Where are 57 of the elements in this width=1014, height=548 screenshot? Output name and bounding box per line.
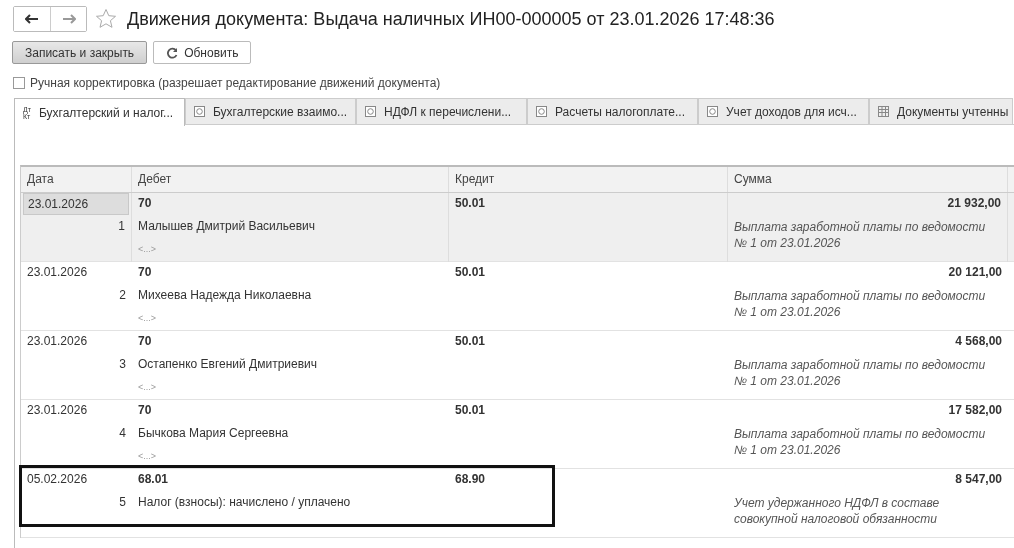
row-number: 3 (118, 356, 127, 373)
table-cell-text: Михеева Надежда Николаевна (137, 287, 313, 304)
row-number: 5 (118, 494, 127, 511)
tab[interactable]: Бухгалтерские взаимо... (185, 98, 356, 124)
table-cell-text: Малышев Дмитрий Васильевич (137, 218, 317, 235)
row-number: 1 (117, 218, 126, 235)
table-cell-text: 50.01 (454, 195, 487, 212)
table-cell-text: 4 568,00 (954, 333, 1003, 350)
table-row[interactable]: 23.01.2026 3 70 Остапенко Евгений Дмитриевич <...> 50.01 4 568,00 Выплата заработной платы по ведомости № 1 от 23.01.2026 (21, 331, 1014, 400)
tab[interactable]: НДФЛ к перечислени... (356, 98, 527, 124)
table-cell: 23.01.2026 (23, 193, 129, 215)
table-cell-text: 50.01 (454, 333, 487, 350)
table-cell-text: 05.02.2026 (26, 471, 89, 488)
table-cell-text: Выплата заработной платы по ведомости № 1 от 23.01.2026 (733, 288, 987, 320)
table-cell-text: <...> (137, 450, 157, 463)
table-cell-text: Учет удержанного НДФЛ в составе совокупной налоговой обязанности (733, 495, 941, 527)
table-row[interactable]: 23.01.2026 2 70 Михеева Надежда Николаевна <...> 50.01 20 121,00 Выплата заработной платы по ведомости № 1 от 23.01.2026 (21, 262, 1014, 331)
table-cell-text: <...> (137, 381, 157, 394)
column-header[interactable]: Кредит (449, 167, 728, 192)
table-cell-text: 23.01.2026 (26, 333, 89, 350)
table-cell-text: 17 582,00 (947, 402, 1003, 419)
tab[interactable]: Расчеты налогоплате... (527, 98, 698, 124)
table-cell-text: <...> (137, 243, 157, 256)
table-cell-text: Налог (взносы): начислено / уплачено (137, 494, 352, 511)
save-and-close-button[interactable]: Записать и закрыть (12, 41, 148, 64)
table-cell-text: Остапенко Евгений Дмитриевич (137, 356, 319, 373)
column-header[interactable]: Дебет (132, 167, 449, 192)
table-cell-text: 8 547,00 (954, 471, 1003, 488)
table-cell-text: 70 (137, 195, 153, 212)
table-cell-text: 70 (137, 264, 153, 281)
table-cell-text: 21 932,00 (946, 195, 1002, 212)
table-cell-text: 68.01 (137, 471, 170, 488)
table-cell-text: 70 (137, 333, 153, 350)
manual-edit-label: Ручная корректировка (разрешает редактирование движений документа) (30, 76, 441, 90)
table-cell-text: 70 (137, 402, 153, 419)
table-cell-text: 50.01 (454, 402, 487, 419)
tab[interactable]: Документы учтенны (869, 98, 1013, 124)
table-cell-text: 68.90 (454, 471, 487, 488)
table-cell-text: 20 121,00 (947, 264, 1003, 281)
table-cell-text: Выплата заработной платы по ведомости № 1 от 23.01.2026 (733, 426, 987, 458)
table-row[interactable]: 23.01.2026 1 70 Малышев Дмитрий Васильевич <...> 50.01 21 932,00 Выплата заработной платы по ведомости № 1 от 23.01.2026 (21, 193, 1014, 262)
row-number: 2 (118, 287, 127, 304)
table-cell-text: Бычкова Мария Сергеевна (137, 425, 290, 442)
column-header[interactable]: Сумма (728, 167, 1008, 192)
row-number: 4 (118, 425, 127, 442)
tab[interactable]: Учет доходов для исч... (698, 98, 869, 124)
table-cell-text: Выплата заработной платы по ведомости № 1 от 23.01.2026 (733, 219, 987, 251)
table-cell-text: 23.01.2026 (26, 264, 89, 281)
refresh-button[interactable]: Обновить (153, 41, 252, 64)
table-cell-text: 23.01.2026 (26, 402, 89, 419)
table-cell-text: Выплата заработной платы по ведомости № 1 от 23.01.2026 (733, 357, 987, 389)
table-row[interactable]: 23.01.2026 4 70 Бычкова Мария Сергеевна <...> 50.01 17 582,00 Выплата заработной платы по ведомости № 1 от 23.01.2026 (21, 400, 1014, 469)
column-header[interactable]: Дата (21, 167, 132, 192)
table-cell-text: <...> (137, 312, 157, 325)
table-row[interactable]: 05.02.2026 5 68.01 Налог (взносы): начислено / уплачено 68.90 8 547,00 Учет удержанного НДФЛ в составе совокупной налоговой обязанности (21, 469, 1014, 538)
window-title: Движения документа: Выдача наличных ИН00-000005 от 23.01.2026 17:48:36 (127, 8, 775, 30)
table-cell-text: 50.01 (454, 264, 487, 281)
